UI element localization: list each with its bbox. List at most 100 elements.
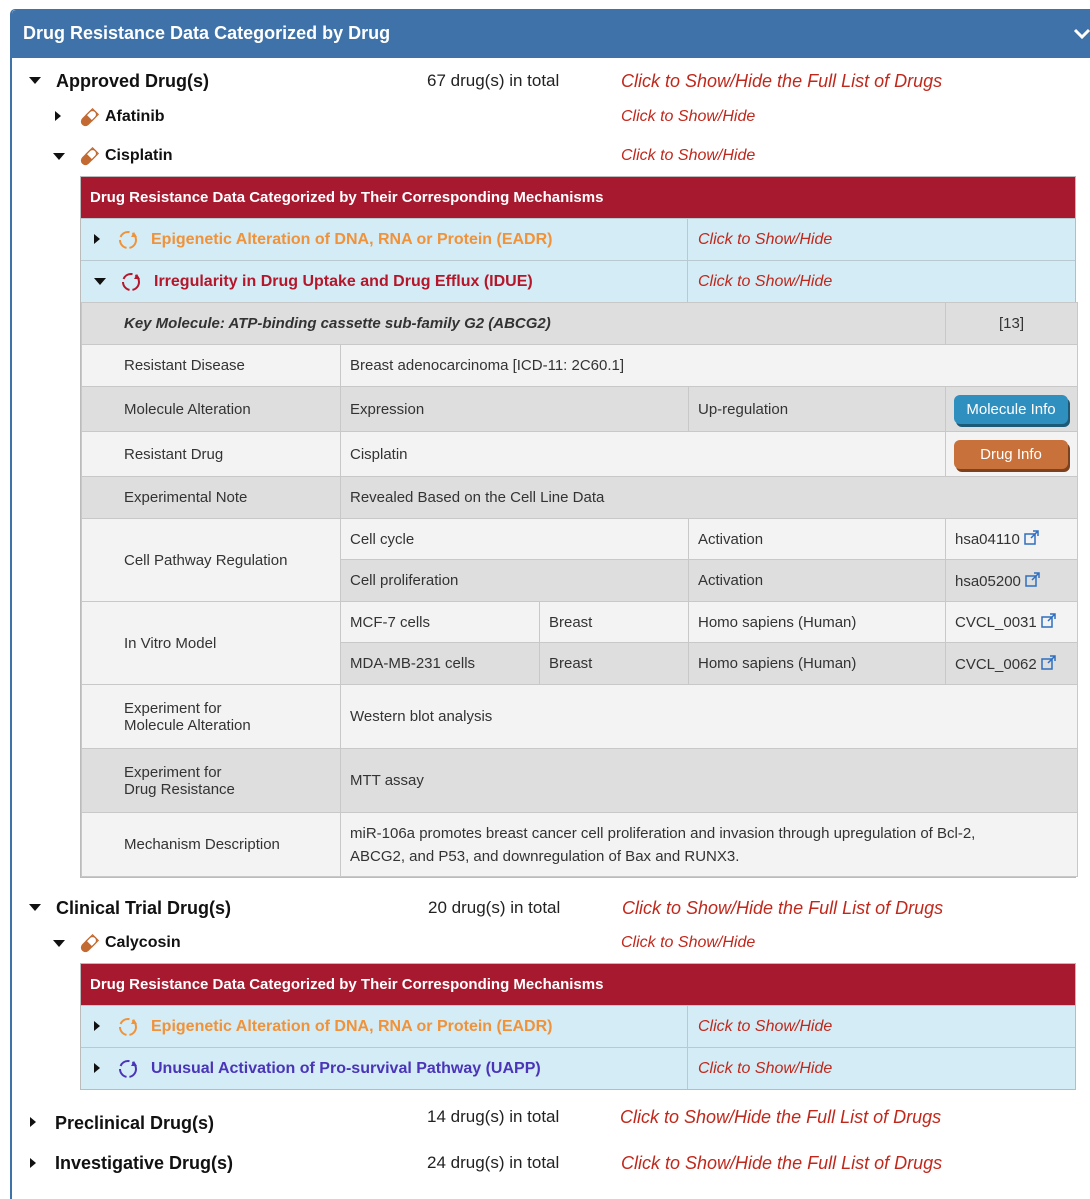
model-id[interactable]: CVCL_0062 [955,656,1037,673]
pathway-link[interactable]: hsa05200 [945,559,1078,602]
mechanism-header: Drug Resistance Data Categorized by Thei… [81,177,1075,218]
approved-label[interactable]: Approved Drug(s) [56,71,209,92]
table-row: Molecule Alteration Expression Up-regula… [81,386,1078,432]
calycosin-toggle-link[interactable]: Click to Show/Hide [621,934,755,952]
external-link-icon[interactable] [1040,613,1056,628]
row-label: Experiment for Molecule Alteration [81,684,341,749]
key-molecule: Key Molecule: ATP-binding cassette sub-f… [81,302,946,345]
external-link-icon[interactable] [1025,571,1040,587]
investigative-label[interactable]: Investigative Drug(s) [55,1153,233,1174]
expand-icon[interactable] [94,1021,100,1031]
model-tissue: Breast [539,642,689,685]
pathway-id[interactable]: hsa05200 [955,573,1021,590]
row-label: Mechanism Description [81,812,341,877]
mechanism-toggle-link[interactable]: Click to Show/Hide [698,273,832,291]
drug-name-calycosin[interactable]: Calycosin [105,934,181,952]
model-cell: MCF-7 cells [340,601,540,643]
model-tissue: Breast [539,601,689,643]
table-row: Resistant Drug Cisplatin Drug Info [81,431,1078,477]
mechanism-toggle-link[interactable]: Click to Show/Hide [698,1018,832,1036]
approved-toggle-link[interactable]: Click to Show/Hide the Full List of Drug… [621,71,942,92]
row-label: Molecule Alteration [81,386,341,432]
alteration-type: Expression [340,386,689,432]
row-label: Resistant Drug [81,431,341,477]
clinical-label[interactable]: Clinical Trial Drug(s) [56,898,231,919]
preclinical-label[interactable]: Preclinical Drug(s) [55,1113,214,1134]
panel-header[interactable]: Drug Resistance Data Categorized by Drug [12,10,1090,58]
cycle-icon [119,1018,137,1036]
clinical-count: 20 drug(s) in total [428,898,561,917]
cisplatin-toggle-link[interactable]: Click to Show/Hide [621,147,755,165]
drug-info-button[interactable]: Drug Info [954,439,1068,469]
pill-icon [80,934,99,953]
mechanism-header: Drug Resistance Data Categorized by Thei… [81,964,1075,1005]
investigative-count: 24 drug(s) in total [427,1153,560,1172]
experiment-drug: MTT assay [340,748,1078,813]
preclinical-expand-icon[interactable] [30,1117,36,1127]
cycle-icon [119,1060,137,1078]
table-row: In Vitro Model MCF-7 cells Breast Homo s… [81,601,1078,685]
table-row: Experimental Note Revealed Based on the … [81,476,1078,519]
pathway-link[interactable]: hsa04110 [945,518,1078,560]
clinical-toggle-link[interactable]: Click to Show/Hide the Full List of Drug… [622,898,943,919]
row-label: In Vitro Model [81,601,341,685]
row-label: Experiment for Drug Resistance [81,748,341,813]
model-species: Homo sapiens (Human) [688,601,946,643]
drug-name-cisplatin[interactable]: Cisplatin [105,147,173,165]
mechanism-title[interactable]: Epigenetic Alteration of DNA, RNA or Pro… [151,1018,553,1036]
mechanism-title[interactable]: Unusual Activation of Pro-survival Pathw… [151,1060,541,1078]
mechanism-toggle-link[interactable]: Click to Show/Hide [698,1060,832,1078]
investigative-expand-icon[interactable] [30,1158,36,1168]
table-row: Cell Pathway Regulation Cell cycle Activ… [81,518,1078,602]
model-id[interactable]: CVCL_0031 [955,614,1037,631]
mechanism-title[interactable]: Epigenetic Alteration of DNA, RNA or Pro… [151,231,553,249]
reference-link[interactable]: [13] [945,302,1078,345]
afatinib-toggle-link[interactable]: Click to Show/Hide [621,108,755,126]
expand-icon[interactable] [94,1063,100,1073]
resistant-disease: Breast adenocarcinoma [ICD-11: 2C60.1] [340,344,1078,387]
mechanism-row-eadr[interactable]: Epigenetic Alteration of DNA, RNA or Pro… [81,1005,1075,1047]
approved-collapse-icon[interactable] [29,77,41,84]
clinical-collapse-icon[interactable] [29,904,41,911]
mechanism-row-eadr[interactable]: Epigenetic Alteration of DNA, RNA or Pro… [81,218,1075,260]
cycle-icon [122,273,140,291]
calycosin-collapse-icon[interactable] [53,940,65,947]
model-species: Homo sapiens (Human) [688,642,946,685]
mechanism-toggle-link[interactable]: Click to Show/Hide [698,231,832,249]
afatinib-expand-icon[interactable] [55,111,61,121]
model-cell: MDA-MB-231 cells [340,642,540,685]
pathway-name: Cell cycle [340,518,689,560]
cycle-icon [119,231,137,249]
collapse-icon[interactable] [94,278,106,285]
row-label: Resistant Disease [81,344,341,387]
row-label: Cell Pathway Regulation [81,518,341,602]
approved-count: 67 drug(s) in total [427,71,560,90]
cisplatin-collapse-icon[interactable] [53,153,65,160]
table-row: Experiment for Drug Resistance MTT assay [81,748,1078,813]
external-link-icon[interactable] [1024,530,1039,545]
drug-name-afatinib[interactable]: Afatinib [105,108,165,126]
chevron-down-icon[interactable] [1072,24,1090,44]
model-link[interactable]: CVCL_0031 [945,601,1078,643]
experimental-note: Revealed Based on the Cell Line Data [340,476,1078,519]
mechanism-row-uapp[interactable]: Unusual Activation of Pro-survival Pathw… [81,1047,1075,1089]
preclinical-count: 14 drug(s) in total [427,1107,560,1126]
mechanism-row-idue[interactable]: Irregularity in Drug Uptake and Drug Eff… [81,260,1075,302]
calycosin-mechanism-box: Drug Resistance Data Categorized by Thei… [80,963,1076,1090]
investigative-toggle-link[interactable]: Click to Show/Hide the Full List of Drug… [621,1153,942,1174]
pathway-effect: Activation [688,518,946,560]
model-link[interactable]: CVCL_0062 [945,642,1078,685]
external-link-icon[interactable] [1040,654,1056,670]
expand-icon[interactable] [94,234,100,244]
row-label: Experimental Note [81,476,341,519]
pathway-effect: Activation [688,559,946,602]
mechanism-title[interactable]: Irregularity in Drug Uptake and Drug Eff… [154,273,533,291]
panel-title: Drug Resistance Data Categorized by Drug [23,23,391,43]
molecule-info-button[interactable]: Molecule Info [954,394,1068,424]
preclinical-toggle-link[interactable]: Click to Show/Hide the Full List of Drug… [620,1107,941,1128]
pill-icon [80,108,99,127]
resistant-drug: Cisplatin [340,431,946,477]
resistance-detail-table: Key Molecule: ATP-binding cassette sub-f… [81,302,1078,877]
pathway-id[interactable]: hsa04110 [955,531,1020,548]
cisplatin-mechanism-box: Drug Resistance Data Categorized by Thei… [80,176,1078,878]
